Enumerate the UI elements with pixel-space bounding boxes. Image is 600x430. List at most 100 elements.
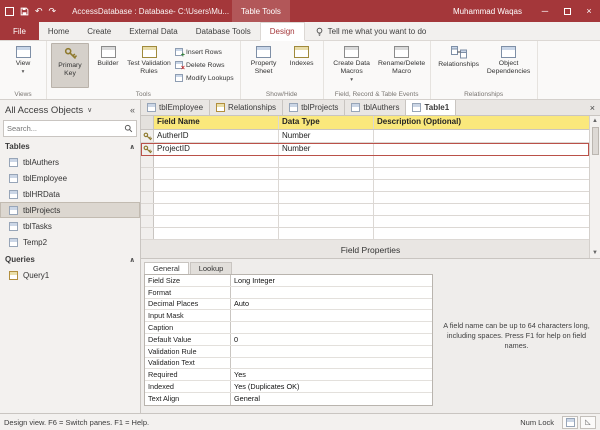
datasheet-view-button[interactable] xyxy=(562,416,578,429)
property-value[interactable]: General xyxy=(231,394,432,403)
doc-tab-tblAuthers[interactable]: tblAuthers xyxy=(345,100,406,115)
row-selector[interactable] xyxy=(141,192,154,203)
search-icon[interactable] xyxy=(124,124,133,133)
minimize-button[interactable]: ─ xyxy=(534,0,556,22)
column-header-field-name[interactable]: Field Name xyxy=(154,116,279,129)
delete-rows-button[interactable]: Delete Rows xyxy=(173,59,236,71)
scrollbar-thumb[interactable] xyxy=(592,127,599,155)
data-type-cell[interactable]: Number xyxy=(279,130,374,142)
chevron-down-icon[interactable]: ∨ xyxy=(87,106,92,114)
data-type-cell[interactable] xyxy=(279,204,374,215)
design-view-button[interactable]: ◺ xyxy=(580,416,596,429)
tab-database-tools[interactable]: Database Tools xyxy=(187,22,260,40)
doc-tab-tblEmployee[interactable]: tblEmployee xyxy=(141,100,210,115)
data-type-cell[interactable] xyxy=(279,216,374,227)
close-button[interactable]: × xyxy=(578,0,600,22)
nav-item-tblTasks[interactable]: tblTasks xyxy=(0,218,140,234)
nav-item-tblAuthers[interactable]: tblAuthers xyxy=(0,154,140,170)
property-value[interactable]: Yes (Duplicates OK) xyxy=(231,382,432,391)
doc-tab-table1[interactable]: Table1 xyxy=(406,100,456,115)
description-cell[interactable] xyxy=(374,228,589,239)
field-name-cell[interactable] xyxy=(154,216,279,227)
row-selector[interactable] xyxy=(141,228,154,239)
scroll-up-icon[interactable]: ▲ xyxy=(592,116,598,126)
nav-item-tblHRData[interactable]: tblHRData xyxy=(0,186,140,202)
tab-lookup[interactable]: Lookup xyxy=(190,262,233,274)
primary-key-button[interactable]: Primary Key xyxy=(51,43,89,88)
app-icon[interactable] xyxy=(5,7,14,16)
data-type-cell[interactable] xyxy=(279,192,374,203)
data-type-cell[interactable] xyxy=(279,168,374,179)
data-type-cell[interactable] xyxy=(279,180,374,191)
description-cell[interactable] xyxy=(374,156,589,167)
nav-item-Temp2[interactable]: Temp2 xyxy=(0,234,140,250)
field-name-cell[interactable]: ProjectID xyxy=(154,143,279,155)
redo-icon[interactable]: ↷ xyxy=(49,7,57,16)
test-validation-rules-button[interactable]: Test Validation Rules xyxy=(127,43,171,88)
property-sheet-button[interactable]: Property Sheet xyxy=(245,43,283,88)
rename-delete-macro-button[interactable]: Rename/Delete Macro xyxy=(378,43,426,88)
row-selector[interactable] xyxy=(141,156,154,167)
property-value[interactable]: Long Integer xyxy=(231,276,432,285)
save-icon[interactable] xyxy=(20,7,29,16)
row-selector[interactable] xyxy=(141,143,154,155)
row-selector[interactable] xyxy=(141,168,154,179)
description-cell[interactable] xyxy=(374,216,589,227)
search-input[interactable] xyxy=(7,124,124,133)
field-name-cell[interactable] xyxy=(154,168,279,179)
tab-file[interactable]: File xyxy=(0,22,39,40)
indexes-button[interactable]: Indexes xyxy=(285,43,319,88)
column-header-description[interactable]: Description (Optional) xyxy=(374,116,589,129)
data-type-cell[interactable]: Number xyxy=(279,143,374,155)
shutter-bar-close-icon[interactable]: « xyxy=(130,105,135,115)
data-type-cell[interactable] xyxy=(279,228,374,239)
builder-button[interactable]: Builder xyxy=(91,43,125,88)
row-selector[interactable] xyxy=(141,180,154,191)
tab-general[interactable]: General xyxy=(144,262,189,274)
doc-tab-tblProjects[interactable]: tblProjects xyxy=(283,100,345,115)
description-cell[interactable] xyxy=(374,180,589,191)
property-value[interactable]: Yes xyxy=(231,370,432,379)
vertical-scrollbar[interactable]: ▲ ▼ xyxy=(589,116,600,258)
row-selector[interactable] xyxy=(141,130,154,142)
tab-create[interactable]: Create xyxy=(78,22,120,40)
column-header-data-type[interactable]: Data Type xyxy=(279,116,374,129)
field-name-cell[interactable] xyxy=(154,180,279,191)
nav-section-tables[interactable]: Tables ∧ xyxy=(0,139,140,154)
object-dependencies-button[interactable]: Object Dependencies xyxy=(485,43,533,88)
field-name-cell[interactable] xyxy=(154,156,279,167)
doc-tab-relationships[interactable]: Relationships xyxy=(210,100,283,115)
maximize-button[interactable] xyxy=(556,0,578,22)
data-type-cell[interactable] xyxy=(279,156,374,167)
row-selector[interactable] xyxy=(141,204,154,215)
description-cell[interactable] xyxy=(374,143,589,155)
nav-item-tblProjects[interactable]: tblProjects xyxy=(0,202,140,218)
create-data-macros-button[interactable]: Create Data Macros ▾ xyxy=(328,43,376,88)
field-name-cell[interactable] xyxy=(154,204,279,215)
field-name-cell[interactable] xyxy=(154,228,279,239)
tell-me-box[interactable]: Tell me what you want to do xyxy=(315,22,427,40)
nav-item-Query1[interactable]: Query1 xyxy=(0,267,140,283)
row-selector-header[interactable] xyxy=(141,116,154,129)
tab-design[interactable]: Design xyxy=(260,22,305,41)
property-value[interactable]: 0 xyxy=(231,335,432,344)
field-name-cell[interactable] xyxy=(154,192,279,203)
description-cell[interactable] xyxy=(374,168,589,179)
modify-lookups-button[interactable]: Modify Lookups xyxy=(173,72,236,84)
tab-external-data[interactable]: External Data xyxy=(120,22,186,40)
view-button[interactable]: View ▾ xyxy=(4,43,42,88)
undo-icon[interactable]: ↶ xyxy=(35,7,43,16)
description-cell[interactable] xyxy=(374,130,589,142)
description-cell[interactable] xyxy=(374,204,589,215)
nav-pane-title[interactable]: All Access Objects xyxy=(5,105,83,116)
tab-home[interactable]: Home xyxy=(39,22,78,40)
insert-rows-button[interactable]: Insert Rows xyxy=(173,46,236,58)
field-name-cell[interactable]: AutherID xyxy=(154,130,279,142)
nav-item-tblEmployee[interactable]: tblEmployee xyxy=(0,170,140,186)
description-cell[interactable] xyxy=(374,192,589,203)
user-account[interactable]: Muhammad Waqas xyxy=(453,7,522,16)
close-document-button[interactable]: × xyxy=(585,100,600,115)
relationships-button[interactable]: Relationships xyxy=(435,43,483,88)
nav-section-queries[interactable]: Queries ∧ xyxy=(0,252,140,267)
row-selector[interactable] xyxy=(141,216,154,227)
